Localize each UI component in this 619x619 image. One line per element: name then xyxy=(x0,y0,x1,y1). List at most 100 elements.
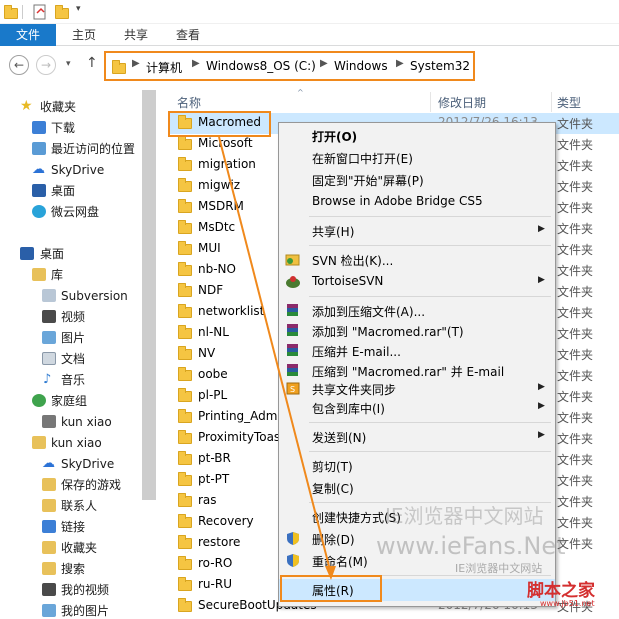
menu-separator xyxy=(309,422,551,423)
forward-button[interactable]: → xyxy=(36,55,56,75)
menu-open-new-window[interactable]: 在新窗口中打开(E) xyxy=(279,147,555,168)
breadcrumb-drive-c[interactable]: Windows8_OS (C:) xyxy=(206,59,316,73)
file-type: 文件夹 xyxy=(557,411,594,425)
menu-separator xyxy=(309,451,551,452)
column-divider[interactable] xyxy=(430,92,431,112)
favorites-folder-icon xyxy=(42,541,56,554)
file-type: 文件夹 xyxy=(557,369,594,383)
menu-zip-email[interactable]: 压缩并 E-mail... xyxy=(279,340,555,361)
file-name: NV xyxy=(198,346,216,360)
file-name: networklist xyxy=(198,304,265,318)
menu-add-to-archive[interactable]: 添加到压缩文件(A)... xyxy=(279,300,555,321)
file-type: 文件夹 xyxy=(557,306,594,320)
menu-share-folder-sync[interactable]: S 共享文件夹同步 ▶ xyxy=(279,378,555,399)
watermark-logo-url: www.jb51.net xyxy=(540,599,595,608)
tab-view[interactable]: 查看 xyxy=(168,24,208,46)
macromed-highlight-box xyxy=(168,111,271,137)
file-type: 文件夹 xyxy=(557,159,594,173)
back-button[interactable]: ← xyxy=(9,55,29,75)
winrar-icon xyxy=(285,363,301,378)
file-type: 文件夹 xyxy=(557,117,594,131)
svg-text:S: S xyxy=(290,385,295,394)
desktop-icon xyxy=(32,184,46,197)
file-type: 文件夹 xyxy=(557,348,594,362)
breadcrumb-separator-icon[interactable]: ▶ xyxy=(192,58,200,69)
document-icon xyxy=(42,352,56,365)
menu-copy[interactable]: 复制(C) xyxy=(279,477,555,498)
column-header: 名称 ^ 修改日期 类型 xyxy=(160,88,619,112)
file-name: ru-RU xyxy=(198,577,232,591)
desktop-icon xyxy=(20,247,34,260)
column-date[interactable]: 修改日期 xyxy=(438,94,486,111)
sort-ascending-icon: ^ xyxy=(297,88,304,97)
tab-home[interactable]: 主页 xyxy=(64,24,104,46)
picture-icon xyxy=(42,604,56,617)
breadcrumb-separator-icon[interactable]: ▶ xyxy=(132,58,140,69)
menu-add-to-rar[interactable]: 添加到 "Macromed.rar"(T) xyxy=(279,320,555,341)
download-folder-icon xyxy=(32,121,46,134)
links-icon xyxy=(42,520,56,533)
up-arrow-icon[interactable]: ↑ xyxy=(86,55,98,71)
breadcrumb-computer[interactable]: 计算机 xyxy=(146,59,182,76)
properties-icon[interactable] xyxy=(32,4,48,20)
menu-cut[interactable]: 剪切(T) xyxy=(279,455,555,476)
new-folder-icon[interactable] xyxy=(54,4,70,20)
folder-icon[interactable] xyxy=(3,4,19,20)
file-name: NDF xyxy=(198,283,224,297)
submenu-arrow-icon: ▶ xyxy=(538,382,545,392)
menu-pin-to-start[interactable]: 固定到"开始"屏幕(P) xyxy=(279,169,555,190)
breadcrumb-separator-icon[interactable]: ▶ xyxy=(320,58,328,69)
file-type: 文件夹 xyxy=(557,180,594,194)
file-name: MsDtc xyxy=(198,220,236,234)
file-name: MSDRM xyxy=(198,199,244,213)
cloud-icon: ☁ xyxy=(32,162,45,177)
breadcrumb-separator-icon[interactable]: ▶ xyxy=(396,58,404,69)
column-type[interactable]: 类型 xyxy=(557,94,581,111)
watermark-line3: IE浏览器中文网站 xyxy=(455,562,543,575)
file-name: pt-PT xyxy=(198,472,230,486)
breadcrumb-system32[interactable]: System32 xyxy=(410,59,470,73)
nav-pane-scrollbar[interactable] xyxy=(142,90,156,500)
divider xyxy=(22,5,23,19)
customize-qa-chevron-icon[interactable]: ▾ xyxy=(76,4,81,14)
library-folder-icon xyxy=(42,289,56,302)
file-name: pl-PL xyxy=(198,388,228,402)
sync-folder-icon: S xyxy=(285,381,301,396)
tab-share[interactable]: 共享 xyxy=(116,24,156,46)
file-type: 文件夹 xyxy=(557,264,594,278)
video-icon xyxy=(42,310,56,323)
menu-open[interactable]: 打开(O) xyxy=(279,125,555,146)
menu-tortoisesvn[interactable]: TortoiseSVN ▶ xyxy=(279,271,555,292)
menu-share[interactable]: 共享(H) ▶ xyxy=(279,220,555,241)
music-note-icon: ♪ xyxy=(43,372,52,387)
file-type: 文件夹 xyxy=(557,495,594,509)
properties-highlight-box xyxy=(280,575,382,602)
submenu-arrow-icon: ▶ xyxy=(538,401,545,411)
file-type: 文件夹 xyxy=(557,327,594,341)
file-name: nb-NO xyxy=(198,262,236,276)
menu-svn-checkout[interactable]: SVN 检出(K)... xyxy=(279,249,555,270)
winrar-icon xyxy=(285,343,301,358)
menu-send-to[interactable]: 发送到(N) ▶ xyxy=(279,426,555,447)
file-name: MUI xyxy=(198,241,221,255)
menu-include-in-library[interactable]: 包含到库中(I) ▶ xyxy=(279,397,555,418)
ribbon: 文件 主页 共享 查看 xyxy=(0,24,619,46)
title-bar: ▾ xyxy=(0,0,619,24)
file-name: ras xyxy=(198,493,217,507)
file-name: migration xyxy=(198,157,256,171)
menu-browse-bridge[interactable]: Browse in Adobe Bridge CS5 xyxy=(279,191,555,212)
file-type: 文件夹 xyxy=(557,432,594,446)
homegroup-icon xyxy=(32,394,46,407)
submenu-arrow-icon: ▶ xyxy=(538,275,545,285)
tab-file[interactable]: 文件 xyxy=(0,24,56,46)
recent-locations-chevron-icon[interactable]: ▾ xyxy=(66,59,71,69)
address-bar[interactable]: ▶ 计算机 ▶ Windows8_OS (C:) ▶ Windows ▶ Sys… xyxy=(104,51,475,81)
file-type: 文件夹 xyxy=(557,285,594,299)
picture-icon xyxy=(42,331,56,344)
breadcrumb-windows[interactable]: Windows xyxy=(334,59,388,73)
svn-checkout-icon xyxy=(285,252,301,267)
column-name[interactable]: 名称 xyxy=(177,94,201,111)
column-divider[interactable] xyxy=(551,92,552,112)
file-name: Microsoft xyxy=(198,136,253,150)
navigation-pane: ★ 收藏夹 下载 最近访问的位置 ☁ SkyDrive 桌面 微云网盘 桌面 库… xyxy=(0,86,160,619)
